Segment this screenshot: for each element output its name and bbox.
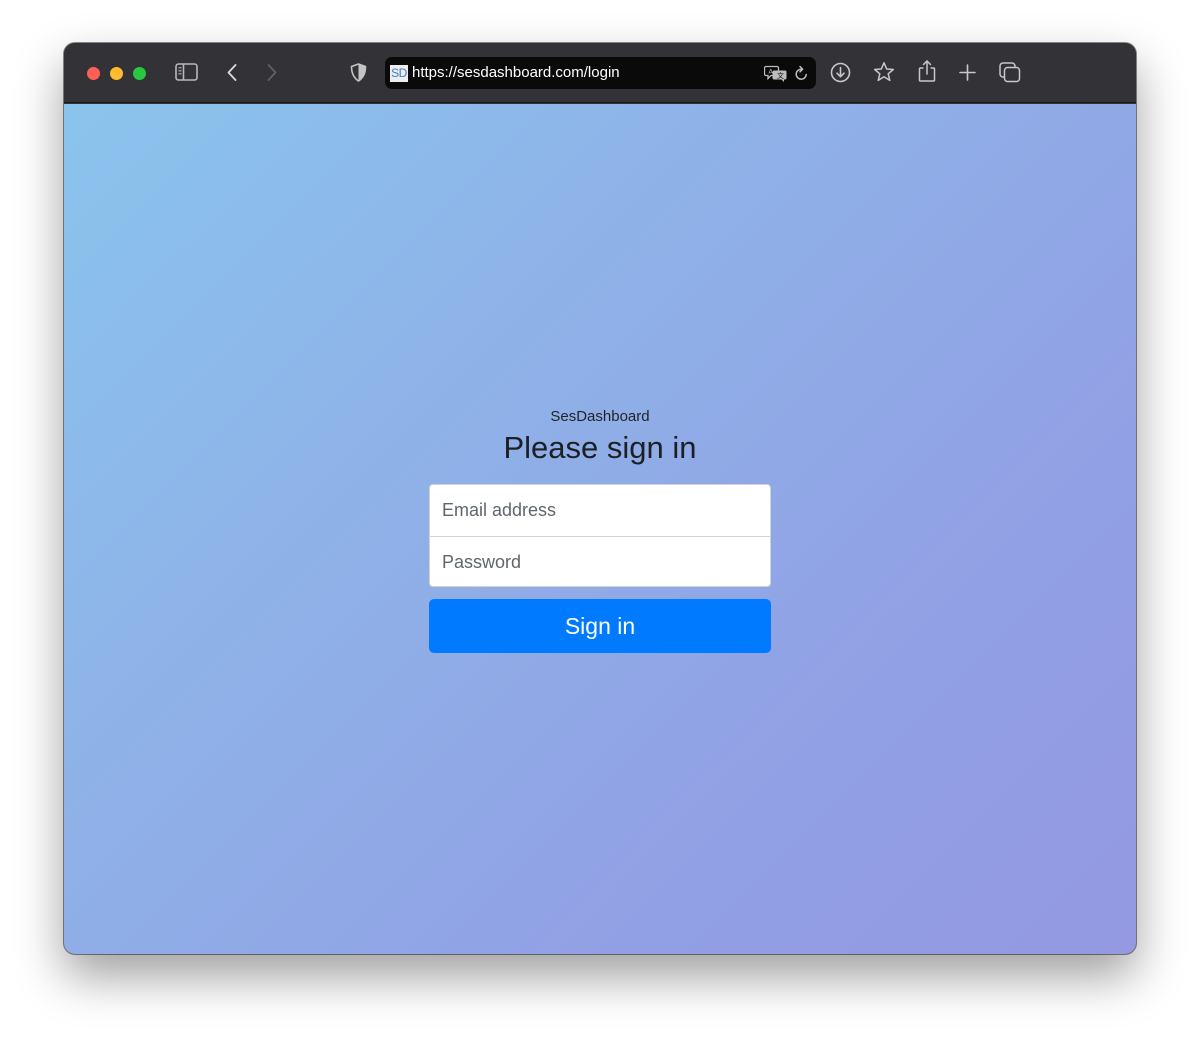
browser-toolbar: SD https://sesdashboard.com/login A 文 — [64, 43, 1136, 103]
chevron-left-icon — [227, 64, 237, 81]
star-icon[interactable] — [873, 61, 895, 83]
sidebar-icon[interactable] — [175, 63, 198, 81]
close-window-button[interactable] — [87, 67, 100, 80]
reload-icon[interactable] — [794, 65, 809, 82]
browser-window: SD https://sesdashboard.com/login A 文 Se… — [64, 43, 1136, 954]
url-text[interactable]: https://sesdashboard.com/login — [412, 64, 620, 82]
brand-name: SesDashboard — [550, 408, 650, 425]
plus-icon[interactable] — [959, 64, 976, 81]
email-input[interactable] — [430, 485, 770, 536]
translate-icon[interactable]: A 文 — [764, 65, 788, 82]
address-bar[interactable]: SD https://sesdashboard.com/login A 文 — [385, 57, 816, 89]
minimize-window-button[interactable] — [110, 67, 123, 80]
svg-text:文: 文 — [777, 71, 784, 80]
chevron-right-icon — [267, 64, 277, 81]
page-title: Please sign in — [503, 430, 697, 465]
share-icon[interactable] — [918, 59, 936, 83]
zoom-window-button[interactable] — [133, 67, 146, 80]
site-favicon: SD — [390, 65, 408, 82]
back-button[interactable] — [226, 63, 238, 82]
forward-button[interactable] — [266, 63, 278, 82]
page-content: SesDashboard Please sign in Sign in — [64, 104, 1136, 954]
password-input[interactable] — [430, 536, 770, 586]
download-icon[interactable] — [830, 62, 851, 83]
tabs-icon[interactable] — [999, 62, 1021, 83]
credentials-group — [429, 484, 771, 587]
sign-in-button[interactable]: Sign in — [429, 599, 771, 653]
shield-icon[interactable] — [350, 63, 367, 82]
